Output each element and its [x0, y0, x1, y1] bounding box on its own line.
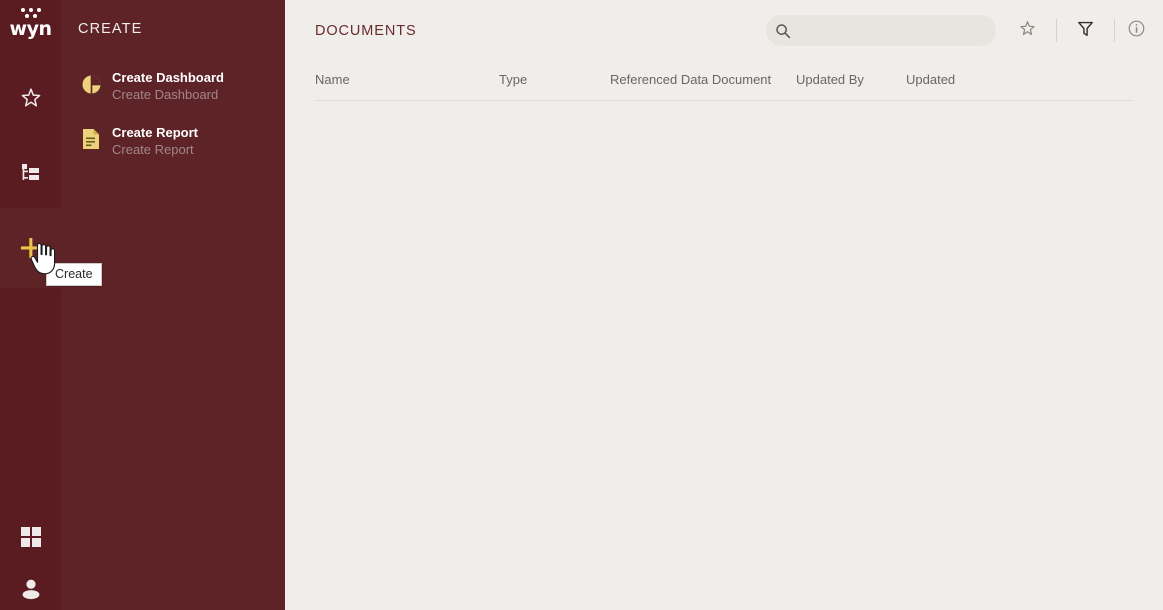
sidebar-item-favorites[interactable]: [0, 74, 61, 122]
main-content: DOCUMENTS: [285, 0, 1163, 610]
pie-chart-icon: [77, 69, 105, 99]
menu-item-text: Create Report Create Report: [112, 121, 198, 158]
app-root: wyn: [0, 0, 1163, 610]
logo-wordmark: wyn: [10, 20, 52, 39]
sidebar-item-categories[interactable]: [0, 149, 61, 197]
sidebar-item-apps[interactable]: [0, 513, 61, 561]
sidebar-item-account[interactable]: [0, 564, 61, 610]
funnel-icon: [1076, 19, 1095, 43]
create-flyout-panel: CREATE Create Dashboard Create Dashboard: [61, 0, 285, 610]
document-icon: [77, 124, 105, 154]
hierarchy-icon: [20, 162, 42, 184]
toolbar-divider: [1056, 19, 1057, 42]
grid-icon: [20, 526, 42, 548]
menu-item-description: Create Report: [112, 141, 198, 158]
column-header-name[interactable]: Name: [315, 72, 350, 87]
table-header-row: Name Type Referenced Data Document Updat…: [315, 61, 1133, 101]
search-box[interactable]: [766, 15, 996, 46]
logo-dots-icon: [18, 8, 44, 19]
top-bar: DOCUMENTS: [285, 0, 1163, 61]
column-header-type[interactable]: Type: [499, 72, 527, 87]
toolbar-divider: [1114, 19, 1115, 42]
column-header-updated-by[interactable]: Updated By: [796, 72, 864, 87]
column-header-referenced-data-document[interactable]: Referenced Data Document: [610, 72, 771, 87]
menu-item-text: Create Dashboard Create Dashboard: [112, 66, 224, 103]
user-icon: [19, 576, 43, 600]
left-icon-rail: wyn: [0, 0, 61, 610]
menu-item-create-dashboard[interactable]: Create Dashboard Create Dashboard: [61, 60, 285, 109]
page-title: DOCUMENTS: [315, 23, 417, 39]
table-body-empty: [285, 101, 1163, 571]
menu-item-label: Create Report: [112, 124, 198, 141]
info-button[interactable]: [1120, 15, 1152, 46]
star-icon: [1018, 19, 1037, 43]
filter-button[interactable]: [1069, 15, 1101, 46]
documents-table: Name Type Referenced Data Document Updat…: [285, 61, 1163, 571]
info-circle-icon: [1127, 19, 1146, 43]
search-icon: [766, 15, 800, 46]
column-header-updated[interactable]: Updated: [906, 72, 955, 87]
menu-item-create-report[interactable]: Create Report Create Report: [61, 115, 285, 164]
menu-item-description: Create Dashboard: [112, 86, 224, 103]
wyn-logo[interactable]: wyn: [0, 8, 61, 52]
search-input[interactable]: [800, 16, 980, 45]
panel-title: CREATE: [78, 21, 142, 37]
menu-item-label: Create Dashboard: [112, 69, 224, 86]
plus-icon: [18, 235, 44, 261]
star-icon: [19, 86, 43, 110]
favorites-filter-button[interactable]: [1011, 15, 1043, 46]
create-tooltip: Create: [46, 263, 102, 286]
create-menu: Create Dashboard Create Dashboard Create…: [61, 60, 285, 164]
